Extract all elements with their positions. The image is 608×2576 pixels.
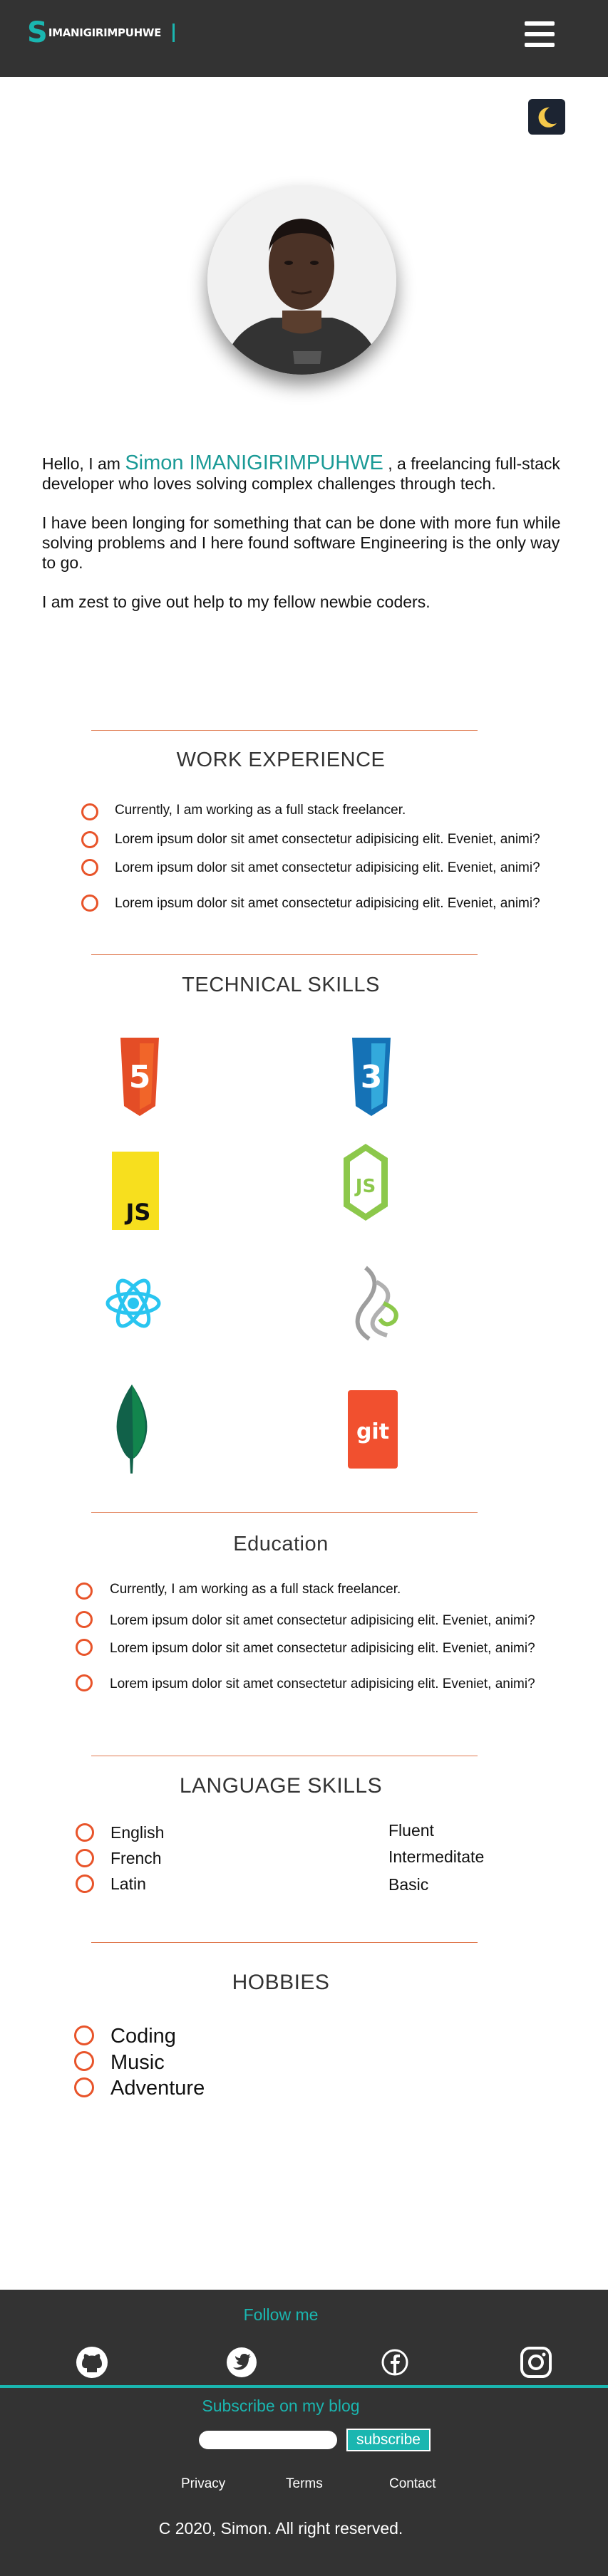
mongodb-icon: [112, 1385, 152, 1477]
list-item: Lorem ipsum dolor sit amet consectetur a…: [115, 832, 540, 847]
graphql-icon: [351, 1261, 401, 1350]
footer-divider: [0, 2385, 608, 2388]
subscribe-label: Subscribe on my blog: [202, 2397, 360, 2415]
section-divider: [91, 954, 478, 955]
dark-mode-toggle-button[interactable]: [528, 99, 565, 135]
contact-link[interactable]: Contact: [389, 2476, 436, 2492]
language-level: Intermeditate: [388, 1847, 485, 1866]
bullet-icon: [81, 803, 98, 820]
bullet-icon: [76, 1611, 93, 1628]
subscribe-button[interactable]: subscribe: [346, 2429, 431, 2451]
bullet-icon: [81, 859, 98, 876]
intro-paragraph-2: I have been longing for something that c…: [42, 513, 561, 572]
language-name: Latin: [110, 1874, 146, 1893]
hobbies-title: HOBBIES: [232, 1971, 330, 1994]
hobby-item: Music: [110, 2051, 165, 2074]
list-item: Lorem ipsum dolor sit amet consectetur a…: [110, 1641, 535, 1656]
bullet-icon: [81, 895, 98, 912]
follow-me-label: Follow me: [243, 2305, 319, 2324]
subscribe-email-input[interactable]: [199, 2431, 337, 2449]
bullet-icon: [76, 1874, 94, 1893]
language-level: Basic: [388, 1875, 429, 1894]
profile-photo: [207, 186, 396, 375]
list-item: Currently, I am working as a full stack …: [115, 803, 406, 818]
svg-text:5: 5: [129, 1059, 151, 1095]
section-divider: [91, 1512, 478, 1513]
terms-link[interactable]: Terms: [286, 2476, 323, 2492]
intro-name: Simon IMANIGIRIMPUHWE: [125, 452, 383, 474]
privacy-link[interactable]: Privacy: [181, 2476, 225, 2492]
html5-icon: 5: [120, 1038, 159, 1120]
nodejs-icon: JS: [342, 1142, 389, 1226]
technical-skills-title: TECHNICAL SKILLS: [182, 974, 380, 996]
logo-cursor-bar: [172, 24, 175, 42]
section-divider: [91, 1942, 478, 1943]
bullet-icon: [74, 2077, 94, 2097]
intro-text: Hello, I am Simon IMANIGIRIMPUHWE , a fr…: [42, 453, 566, 631]
list-item: Lorem ipsum dolor sit amet consectetur a…: [115, 860, 540, 875]
bullet-icon: [76, 1849, 94, 1867]
logo-initial: S: [27, 16, 48, 49]
bullet-icon: [74, 2051, 94, 2071]
instagram-icon[interactable]: [519, 2345, 553, 2379]
svg-text:JS: JS: [125, 1199, 151, 1226]
bullet-icon: [81, 831, 98, 848]
language-name: French: [110, 1849, 162, 1867]
intro-paragraph-1: Hello, I am Simon IMANIGIRIMPUHWE , a fr…: [42, 452, 560, 494]
list-item: Currently, I am working as a full stack …: [110, 1582, 401, 1597]
svg-text:git: git: [356, 1419, 389, 1444]
moon-icon: [538, 107, 557, 127]
github-icon[interactable]: [75, 2345, 109, 2379]
twitter-icon[interactable]: [225, 2345, 259, 2379]
hobby-item: Adventure: [110, 2077, 205, 2100]
hobby-item: Coding: [110, 2025, 176, 2048]
intro-paragraph-3: I am zest to give out help to my fellow …: [42, 593, 431, 611]
list-item: Lorem ipsum dolor sit amet consectetur a…: [110, 1613, 535, 1628]
javascript-icon: JS: [112, 1152, 159, 1234]
language-level: Fluent: [388, 1821, 434, 1840]
logo-name: IMANIGIRIMPUHWE: [48, 26, 162, 39]
bullet-icon: [74, 2025, 94, 2045]
react-icon: [105, 1257, 161, 1353]
site-logo[interactable]: S IMANIGIRIMPUHWE: [27, 19, 175, 47]
site-footer: Follow me Subscribe on my blog subscribe…: [0, 2290, 608, 2576]
work-experience-title: WORK EXPERIENCE: [176, 749, 386, 771]
bullet-icon: [76, 1639, 93, 1656]
git-icon: git: [348, 1390, 398, 1472]
section-divider: [91, 730, 478, 731]
bullet-icon: [76, 1823, 94, 1842]
css3-icon: 3: [352, 1038, 391, 1120]
svg-text:JS: JS: [354, 1176, 376, 1197]
language-name: English: [110, 1823, 165, 1842]
svg-text:3: 3: [361, 1059, 383, 1095]
education-title: Education: [233, 1533, 329, 1555]
language-skills-title: LANGUAGE SKILLS: [179, 1774, 383, 1798]
list-item: Lorem ipsum dolor sit amet consectetur a…: [110, 1677, 535, 1691]
facebook-icon[interactable]: [378, 2345, 412, 2379]
site-header: S IMANIGIRIMPUHWE: [0, 0, 608, 77]
copyright-text: C 2020, Simon. All right reserved.: [158, 2519, 403, 2538]
bullet-icon: [76, 1582, 93, 1600]
list-item: Lorem ipsum dolor sit amet consectetur a…: [115, 896, 540, 911]
bullet-icon: [76, 1674, 93, 1691]
menu-icon[interactable]: [525, 19, 557, 51]
